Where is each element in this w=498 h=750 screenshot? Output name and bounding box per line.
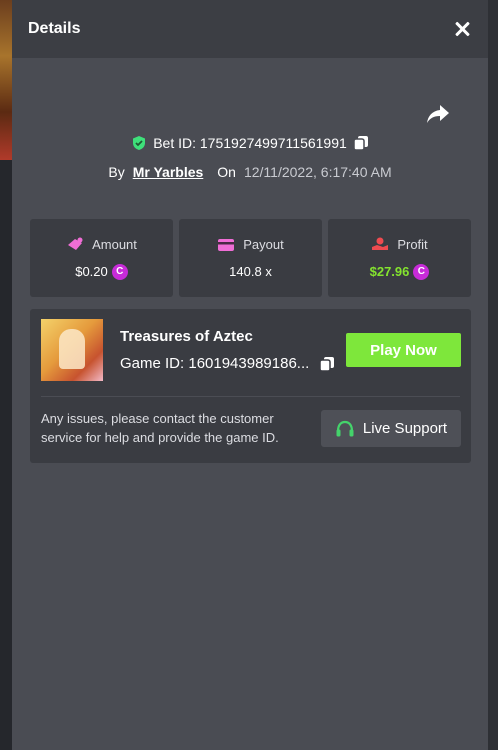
bet-id-row: Bet ID: 1751927499711561991 (12, 135, 488, 151)
user-link[interactable]: Mr Yarbles (133, 164, 204, 180)
bet-id-text: Bet ID: 1751927499711561991 (153, 135, 347, 151)
copy-icon[interactable] (353, 135, 369, 151)
modal-header: Details (12, 0, 488, 58)
stat-amount: Amount $0.20 C (30, 219, 173, 297)
live-support-button[interactable]: Live Support (321, 410, 461, 447)
coin-icon: C (413, 263, 430, 280)
stat-amount-value: $0.20 (75, 264, 108, 279)
bet-meta-row: By Mr Yarbles On 12/11/2022, 6:17:40 AM (12, 164, 488, 180)
help-text: Any issues, please contact the customer … (41, 411, 279, 445)
details-modal: Details Bet ID: 1751927499711561991 By M… (12, 0, 488, 750)
share-icon[interactable] (426, 103, 450, 125)
stat-profit: Profit $27.96 C (328, 219, 471, 297)
stat-profit-value: $27.96 (369, 264, 410, 279)
stat-amount-label: Amount (92, 236, 137, 252)
on-label: On (217, 164, 236, 180)
game-id-row: Game ID: 1601943989186... (120, 355, 335, 372)
close-icon[interactable] (452, 19, 472, 39)
background-page-right (488, 0, 498, 750)
stat-payout-label: Payout (243, 237, 284, 252)
game-thumbnail[interactable] (41, 319, 103, 381)
bet-datetime: 12/11/2022, 6:17:40 AM (243, 164, 392, 180)
stat-payout-value: 140.8 x (229, 264, 272, 279)
amount-icon (68, 237, 83, 250)
game-id-text: Game ID: 1601943989186... (120, 355, 310, 372)
coin-icon: C (111, 263, 128, 280)
profit-icon (372, 237, 389, 250)
stats-row: Amount $0.20 C Payout 140.8 x Profit $27… (30, 219, 471, 297)
shield-check-icon (133, 136, 146, 150)
divider (41, 396, 460, 397)
background-game-art (0, 0, 12, 160)
headset-icon (336, 420, 354, 436)
game-name: Treasures of Aztec (120, 328, 253, 345)
modal-title: Details (28, 20, 81, 37)
payout-card-icon (218, 238, 235, 251)
live-support-label: Live Support (362, 420, 448, 437)
copy-icon[interactable] (319, 356, 335, 372)
stat-profit-label: Profit (397, 236, 428, 252)
game-card: Treasures of Aztec Game ID: 160194398918… (30, 309, 471, 463)
by-label: By (108, 164, 125, 180)
play-now-button[interactable]: Play Now (346, 333, 461, 367)
stat-payout: Payout 140.8 x (179, 219, 322, 297)
